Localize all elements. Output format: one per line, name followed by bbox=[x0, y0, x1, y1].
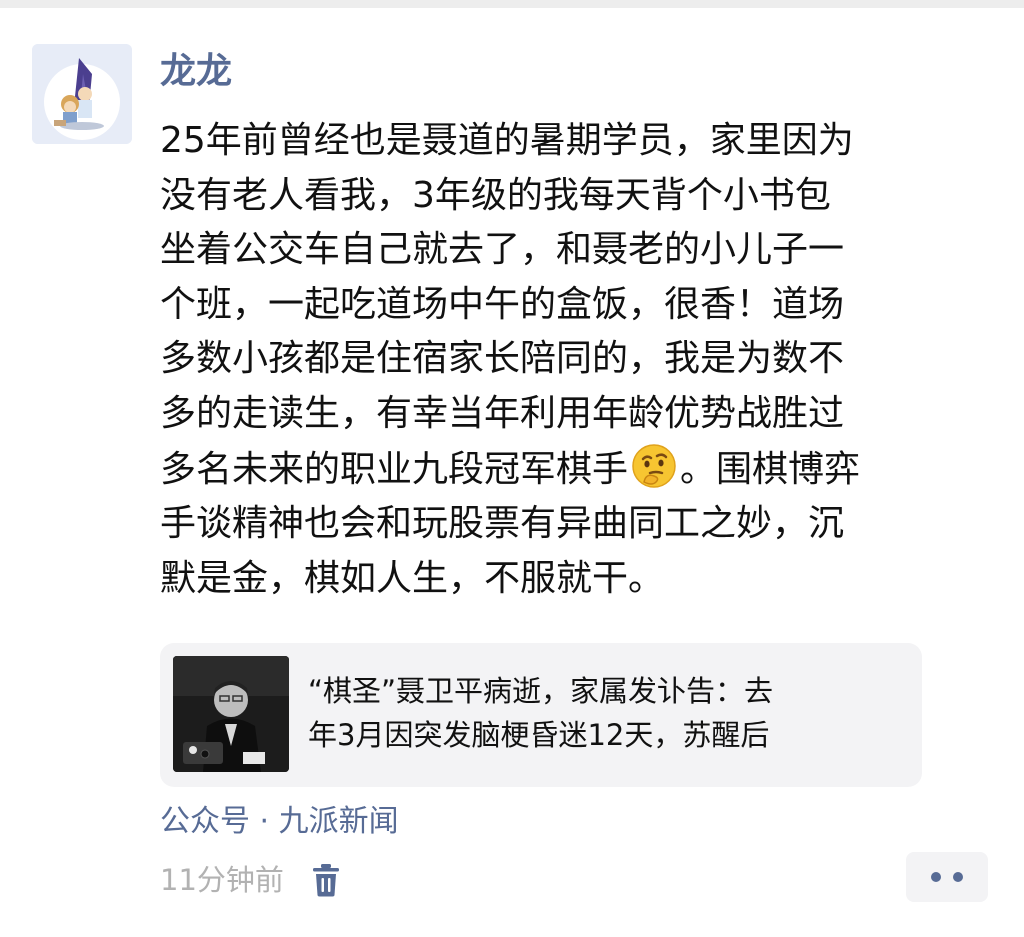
post-meta: 11分钟前 bbox=[160, 858, 346, 902]
cartoon-go-player-avatar-icon bbox=[32, 44, 132, 144]
avatar[interactable] bbox=[32, 44, 132, 144]
source-link[interactable]: 公众号 · 九派新闻 bbox=[160, 800, 399, 844]
shared-article-card[interactable]: “棋圣”聂卫平病逝，家属发讣告：去 年3月因突发脑梗昏迷12天，苏醒后 bbox=[160, 643, 922, 787]
thinking-face-emoji-icon bbox=[630, 442, 678, 490]
trash-icon bbox=[312, 864, 339, 897]
post-text-part-1: 25年前曾经也是聂道的暑期学员，家里因为 没有老人看我，3年级的我每天背个小书包… bbox=[160, 120, 854, 490]
delete-button[interactable] bbox=[312, 860, 346, 900]
post-timestamp: 11分钟前 bbox=[160, 863, 284, 897]
shared-article-title: “棋圣”聂卫平病逝，家属发讣告：去 年3月因突发脑梗昏迷12天，苏醒后 bbox=[308, 674, 774, 752]
author-name[interactable]: 龙龙 bbox=[160, 48, 232, 96]
post-text: 25年前曾经也是聂道的暑期学员，家里因为 没有老人看我，3年级的我每天背个小书包… bbox=[160, 114, 996, 606]
more-options-button[interactable] bbox=[906, 852, 988, 902]
news-photo-thumbnail-icon bbox=[173, 656, 289, 772]
more-dot-left bbox=[931, 872, 941, 882]
more-dot-right bbox=[953, 872, 963, 882]
top-divider bbox=[0, 0, 1024, 8]
